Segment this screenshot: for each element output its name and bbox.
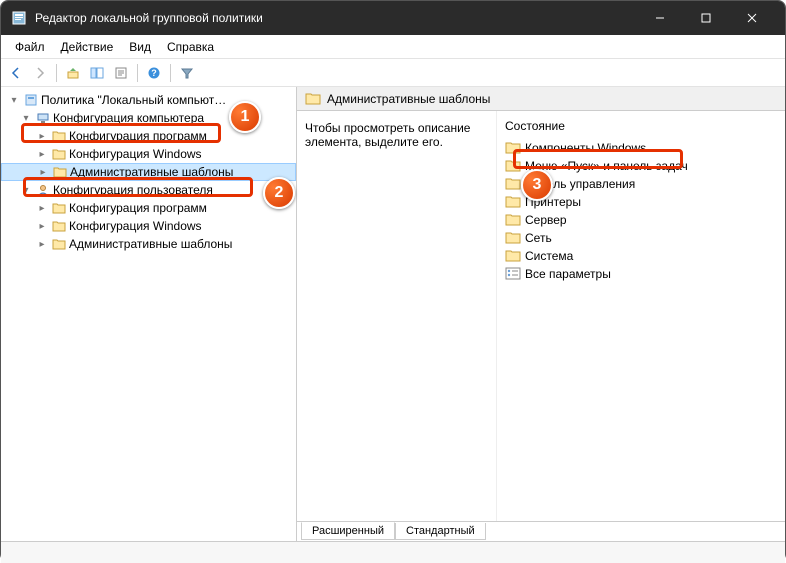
menu-view[interactable]: Вид xyxy=(121,38,159,56)
user-icon xyxy=(35,182,51,198)
svg-text:?: ? xyxy=(151,68,157,78)
toolbar-separator xyxy=(56,64,57,82)
list-item-control-panel[interactable]: Панель управления xyxy=(497,175,785,193)
main-area: ▾ Политика "Локальный компьют… ▾ Конфигу… xyxy=(1,87,785,541)
folder-icon xyxy=(51,200,67,216)
content-pane: Административные шаблоны Чтобы просмотре… xyxy=(297,87,785,541)
tree-admin-templates[interactable]: ▸ Административные шаблоны xyxy=(1,163,296,181)
view-tabs: Расширенный Стандартный xyxy=(297,521,785,541)
item-label: Панель управления xyxy=(525,177,635,191)
status-bar xyxy=(1,541,785,563)
tree-label: Политика "Локальный компьют… xyxy=(41,93,226,107)
filter-button[interactable] xyxy=(176,62,198,84)
folder-icon xyxy=(51,146,67,162)
folder-icon xyxy=(305,92,321,106)
list-item-network[interactable]: Сеть xyxy=(497,229,785,247)
tree-root[interactable]: ▾ Политика "Локальный компьют… xyxy=(1,91,296,109)
tree-item[interactable]: ▸ Конфигурация программ xyxy=(1,127,296,145)
folder-icon xyxy=(505,231,521,245)
tree-label: Конфигурация Windows xyxy=(69,147,202,161)
item-label: Сеть xyxy=(525,231,552,245)
tree-label: Конфигурация компьютера xyxy=(53,111,204,125)
list-item-system[interactable]: Система xyxy=(497,247,785,265)
folder-icon xyxy=(51,236,67,252)
chevron-down-icon[interactable]: ▾ xyxy=(19,113,33,124)
item-label: Все параметры xyxy=(525,267,611,281)
chevron-right-icon[interactable]: ▸ xyxy=(36,167,50,178)
chevron-right-icon[interactable]: ▸ xyxy=(35,149,49,160)
list-column: Состояние Компоненты Windows Меню «Пуск»… xyxy=(497,111,785,521)
folder-icon xyxy=(505,141,521,155)
tree-item[interactable]: ▸ Административные шаблоны xyxy=(1,235,296,253)
folder-icon xyxy=(505,213,521,227)
close-button[interactable] xyxy=(729,1,775,35)
tree-label: Конфигурация программ xyxy=(69,201,207,215)
settings-list-icon xyxy=(505,267,521,281)
menu-file[interactable]: Файл xyxy=(7,38,53,56)
show-hide-tree-button[interactable] xyxy=(86,62,108,84)
title-bar: Редактор локальной групповой политики xyxy=(1,1,785,35)
content-title: Административные шаблоны xyxy=(327,92,490,106)
folder-icon xyxy=(505,177,521,191)
chevron-right-icon[interactable]: ▸ xyxy=(35,239,49,250)
tab-extended[interactable]: Расширенный xyxy=(301,522,395,540)
item-label: Компоненты Windows xyxy=(525,141,646,155)
tree-pane[interactable]: ▾ Политика "Локальный компьют… ▾ Конфигу… xyxy=(1,87,297,541)
back-button[interactable] xyxy=(5,62,27,84)
policy-icon xyxy=(23,92,39,108)
tree-item[interactable]: ▸ Конфигурация Windows xyxy=(1,145,296,163)
chevron-right-icon[interactable]: ▸ xyxy=(35,131,49,142)
list-item-server[interactable]: Сервер xyxy=(497,211,785,229)
window-controls xyxy=(637,1,775,35)
window-title: Редактор локальной групповой политики xyxy=(35,11,637,25)
forward-button[interactable] xyxy=(29,62,51,84)
folder-icon xyxy=(505,159,521,173)
column-header-state[interactable]: Состояние xyxy=(497,115,785,139)
item-label: Принтеры xyxy=(525,195,581,209)
up-button[interactable] xyxy=(62,62,84,84)
menu-help[interactable]: Справка xyxy=(159,38,222,56)
toolbar: ? xyxy=(1,59,785,87)
tree-label: Административные шаблоны xyxy=(69,237,232,251)
properties-button[interactable] xyxy=(110,62,132,84)
list-item-windows-components[interactable]: Компоненты Windows xyxy=(497,139,785,157)
item-label: Сервер xyxy=(525,213,567,227)
list-item-start-menu[interactable]: Меню «Пуск» и панель задач xyxy=(497,157,785,175)
toolbar-separator xyxy=(170,64,171,82)
tree-user-config[interactable]: ▾ Конфигурация пользователя xyxy=(1,181,296,199)
toolbar-separator xyxy=(137,64,138,82)
list-item-printers[interactable]: Принтеры xyxy=(497,193,785,211)
tree-computer-config[interactable]: ▾ Конфигурация компьютера xyxy=(1,109,296,127)
folder-icon xyxy=(51,128,67,144)
maximize-button[interactable] xyxy=(683,1,729,35)
tree-label: Конфигурация программ xyxy=(69,129,207,143)
tree-label: Конфигурация пользователя xyxy=(53,183,213,197)
tree-label: Административные шаблоны xyxy=(70,165,233,179)
item-label: Меню «Пуск» и панель задач xyxy=(525,159,688,173)
item-label: Система xyxy=(525,249,573,263)
tree-item[interactable]: ▸ Конфигурация Windows xyxy=(1,217,296,235)
folder-icon xyxy=(505,195,521,209)
computer-icon xyxy=(35,110,51,126)
tree-item[interactable]: ▸ Конфигурация программ xyxy=(1,199,296,217)
folder-icon xyxy=(52,164,68,180)
minimize-button[interactable] xyxy=(637,1,683,35)
folder-icon xyxy=(51,218,67,234)
chevron-right-icon[interactable]: ▸ xyxy=(35,203,49,214)
description-text: Чтобы просмотреть описание элемента, выд… xyxy=(305,121,470,149)
content-body: Чтобы просмотреть описание элемента, выд… xyxy=(297,111,785,521)
app-icon xyxy=(11,10,27,26)
help-button[interactable]: ? xyxy=(143,62,165,84)
chevron-down-icon[interactable]: ▾ xyxy=(19,185,33,196)
content-header: Административные шаблоны xyxy=(297,87,785,111)
tree-label: Конфигурация Windows xyxy=(69,219,202,233)
description-column: Чтобы просмотреть описание элемента, выд… xyxy=(297,111,497,521)
list-item-all-settings[interactable]: Все параметры xyxy=(497,265,785,283)
tab-standard[interactable]: Стандартный xyxy=(395,523,486,540)
chevron-right-icon[interactable]: ▸ xyxy=(35,221,49,232)
menu-action[interactable]: Действие xyxy=(53,38,122,56)
chevron-down-icon[interactable]: ▾ xyxy=(7,95,21,106)
folder-icon xyxy=(505,249,521,263)
menu-bar: Файл Действие Вид Справка xyxy=(1,35,785,59)
